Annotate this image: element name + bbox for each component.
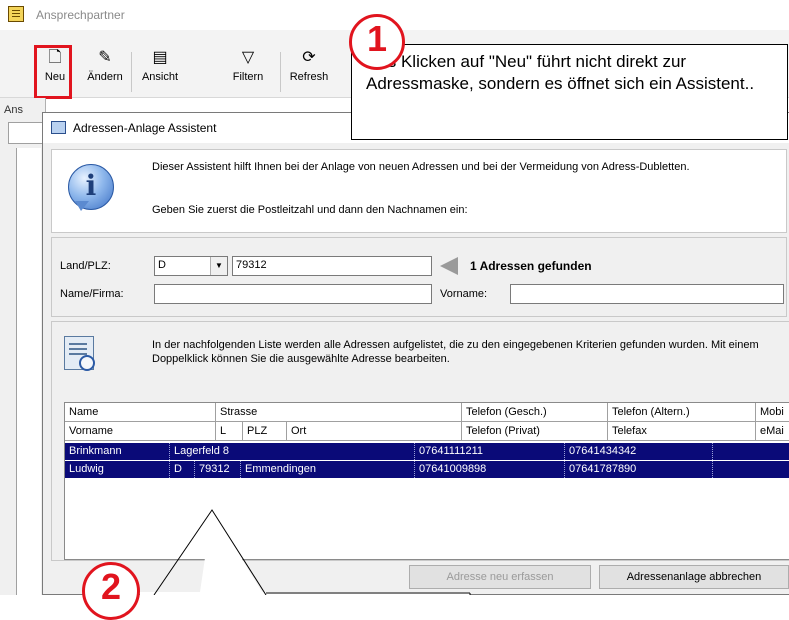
wizard-icon [51,121,66,134]
info-icon: i [68,164,114,211]
vorname-label: Vorname: [440,288,488,300]
col-header-telefax[interactable]: Telefax [608,422,756,441]
col-header-tel-gesch[interactable]: Telefon (Gesch.) [462,403,608,422]
col-header-ort[interactable]: Ort [287,422,462,441]
cell-tel-gesch: 07641111211 [415,443,565,460]
ansicht-label: Ansicht [141,71,179,83]
left-pane-label: Ans [4,104,23,116]
cell-name: Brinkmann [65,443,170,460]
intro-hint: Geben Sie zuerst die Postleitzahl und da… [152,204,468,216]
search-list-icon [64,336,95,371]
intro-panel: i Dieser Assistent hilft Ihnen bei der A… [51,149,787,233]
callout-step2-pointer [140,509,471,595]
cell-email [713,461,789,478]
plz-input[interactable]: 79312 [232,256,432,276]
aendern-button[interactable]: ✎ Ändern [84,48,126,94]
results-hint: In der nachfolgenden Liste werden alle A… [152,339,759,365]
intro-text: Dieser Assistent hilft Ihnen bei der Anl… [152,161,690,173]
chevron-down-icon[interactable]: ▼ [210,257,227,275]
col-header-tel-altern[interactable]: Telefon (Altern.) [608,403,756,422]
cell-land: D [170,461,195,478]
refresh-button[interactable]: ⟳ Refresh [284,48,334,94]
col-header-plz[interactable]: PLZ [243,422,287,441]
col-header-strasse[interactable]: Strasse [216,403,462,422]
aendern-label: Ändern [87,71,123,83]
filter-icon: ▽ [241,49,255,66]
col-header-vorname[interactable]: Vorname [65,422,216,441]
table-row[interactable]: Ludwig D 79312 Emmendingen 07641009898 0… [65,461,789,478]
callout-step1: Das Klicken auf "Neu" führt nicht direkt… [351,44,788,140]
step1-number-badge: 1 [349,14,405,70]
main-window-title: Ansprechpartner [36,8,125,22]
found-count: 1 Adressen gefunden [470,259,592,273]
col-header-tel-privat[interactable]: Telefon (Privat) [462,422,608,441]
land-value: D [158,259,166,271]
toolbar-separator [280,52,281,92]
name-label: Name/Firma: [60,288,124,300]
callout-step1-text: Das Klicken auf "Neu" führt nicht direkt… [366,52,755,93]
cell-plz: 79312 [195,461,241,478]
name-input[interactable] [154,284,432,304]
arrow-left-icon [440,257,458,275]
cell-ort: Emmendingen [241,461,415,478]
col-header-land[interactable]: L [216,422,243,441]
ansicht-button[interactable]: ▤ Ansicht [136,48,184,94]
table-row[interactable]: Brinkmann Lagerfeld 8 07641111211 076414… [65,443,789,460]
col-header-mobil[interactable]: Mobi [756,403,789,422]
land-plz-label: Land/PLZ: [60,260,111,272]
search-form: Land/PLZ: D ▼ 79312 1 Adressen gefunden … [51,237,787,317]
window-app-icon [8,6,24,22]
cell-tel-privat: 07641009898 [415,461,565,478]
refresh-label: Refresh [289,71,329,83]
view-icon: ▤ [152,49,168,66]
left-pane: Ans [0,98,46,595]
left-pane-field[interactable] [8,122,46,144]
cell-mobil [713,443,789,460]
cell-tel-altern: 07641434342 [565,443,713,460]
filtern-label: Filtern [232,71,264,83]
cancel-wizard-button[interactable]: Adressenanlage abbrechen [599,565,789,589]
edit-document-icon: ✎ [98,49,112,66]
cell-strasse: Lagerfeld 8 [170,443,415,460]
refresh-icon: ⟳ [302,49,316,66]
step2-number-badge: 2 [82,562,140,620]
cell-telefax: 07641787890 [565,461,713,478]
col-header-name[interactable]: Name [65,403,216,422]
filtern-button[interactable]: ▽ Filtern [228,48,268,94]
toolbar-separator [131,52,132,92]
land-select[interactable]: D ▼ [154,256,228,276]
col-header-email[interactable]: eMai [756,422,789,441]
left-pane-list[interactable] [16,148,41,595]
cell-vorname: Ludwig [65,461,170,478]
vorname-input[interactable] [510,284,784,304]
dialog-title: Adressen-Anlage Assistent [73,121,217,135]
neu-highlight-frame [34,45,72,99]
